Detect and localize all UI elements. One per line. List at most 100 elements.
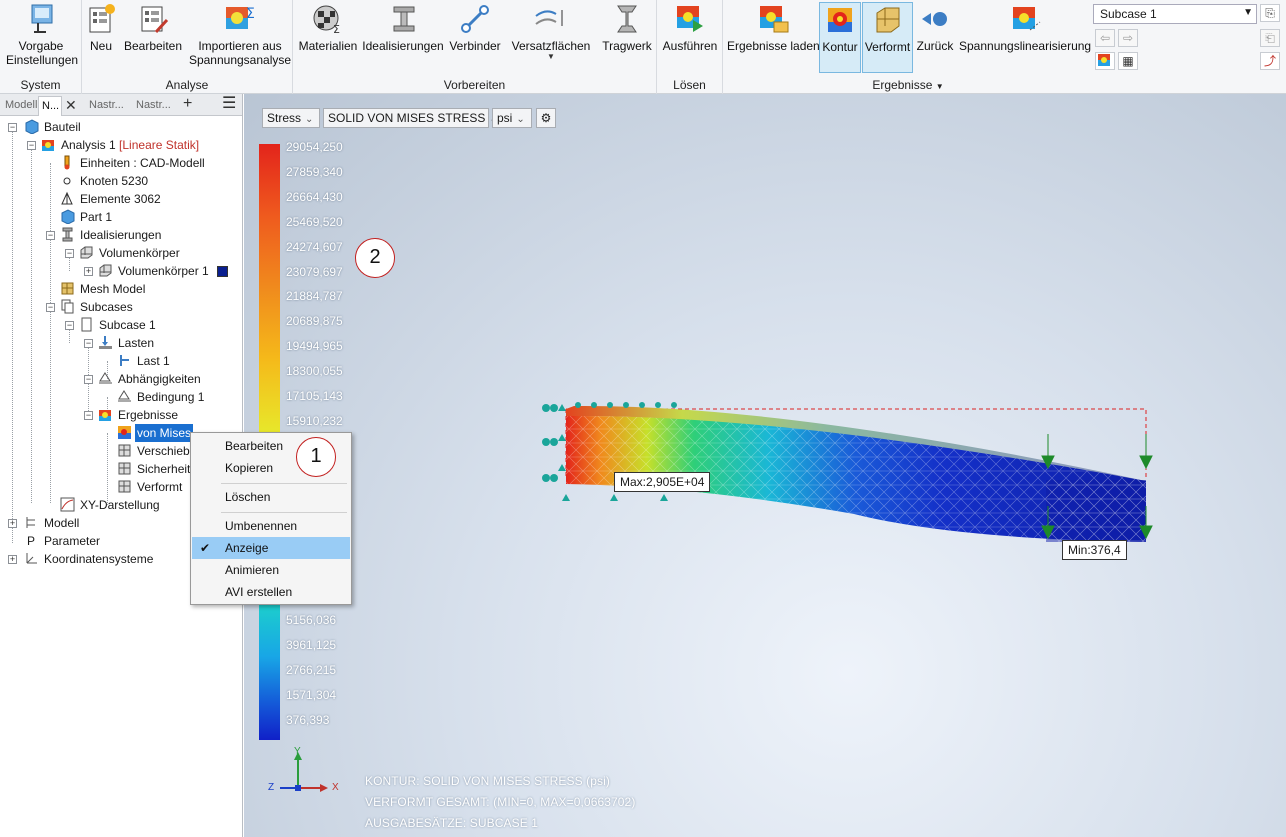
tree-label: Part 1 — [80, 210, 113, 224]
tab-modell[interactable]: Modell — [2, 96, 38, 116]
group-label-ergebnisse[interactable]: Ergebnisse ▼ — [723, 78, 1093, 92]
tree-node-last-1[interactable]: Last 1 — [117, 352, 172, 370]
tree-node-von-mises[interactable]: von Mises — [117, 424, 194, 442]
tab-nastran-2[interactable]: Nastr... — [86, 96, 130, 116]
tree-node-analysis[interactable]: − Analysis 1 [Lineare Statik] — [25, 136, 201, 154]
tab-nastran-active[interactable]: N... — [38, 96, 62, 116]
collapse-icon[interactable]: − — [84, 411, 93, 420]
next-arrow-button[interactable]: ⇨ — [1118, 29, 1138, 47]
neu-label: Neu — [89, 39, 112, 53]
tree-node-volumenkoerper[interactable]: − Volumenkörper — [63, 244, 182, 262]
vorgabe-einstellungen-button[interactable]: Vorgabe Einstellungen — [6, 2, 78, 67]
unit-select[interactable]: psi ⌄ — [492, 108, 532, 128]
verbinder-button[interactable]: Verbinder — [449, 2, 501, 53]
tree-node-koordinatensysteme[interactable]: + Koordinatensysteme — [6, 550, 155, 568]
collapse-icon[interactable]: − — [84, 339, 93, 348]
unit-value: psi — [497, 111, 513, 125]
tree-node-part[interactable]: Part 1 — [60, 208, 114, 226]
expand-icon[interactable]: + — [8, 519, 17, 528]
tree-node-elemente[interactable]: Elemente 3062 — [60, 190, 163, 208]
tree-node-idealisierungen[interactable]: − Idealisierungen — [44, 226, 163, 244]
verformt-button[interactable]: Verformt — [862, 2, 913, 73]
tree-node-xy-darstellung[interactable]: XY-Darstellung — [60, 496, 162, 514]
contour-icon — [828, 8, 852, 32]
display-settings-button[interactable]: ⚙ — [536, 108, 556, 128]
bearbeiten-button[interactable]: Bearbeiten — [122, 2, 184, 53]
menu-item-umbenennen[interactable]: Umbenennen — [192, 515, 350, 537]
tree-node-subcase-1[interactable]: − Subcase 1 — [63, 316, 158, 334]
collapse-icon[interactable]: − — [84, 375, 93, 384]
ergebnisse-laden-button[interactable]: Ergebnisse laden — [727, 2, 820, 53]
tree-node-knoten[interactable]: Knoten 5230 — [60, 172, 150, 190]
result-component-select[interactable]: SOLID VON MISES STRESS⌄ — [323, 108, 498, 128]
tree-label: XY-Darstellung — [80, 498, 160, 512]
spannungslinearisierung-button[interactable]: Spannungslinearisierung — [959, 2, 1091, 53]
tree-node-einheiten[interactable]: Einheiten : CAD-Modell — [60, 154, 207, 172]
tree-node-verschiebung[interactable]: Verschieb — [117, 442, 192, 460]
graphics-viewport[interactable]: Stress⌄ SOLID VON MISES STRESS⌄ psi⌄ ⚙ 2… — [244, 94, 1286, 837]
coordinate-system-icon — [26, 553, 37, 564]
previous-arrow-button[interactable]: ⇦ — [1095, 29, 1115, 47]
deformed-icon — [876, 7, 899, 33]
add-tab-icon[interactable]: + — [183, 95, 192, 113]
tree-node-bauteil[interactable]: − Bauteil — [6, 118, 83, 136]
subcases-icon — [61, 299, 74, 314]
tree-node-parameter[interactable]: P Parameter — [6, 532, 102, 550]
tree-node-lasten[interactable]: − Lasten — [82, 334, 156, 352]
tree-node-subcases[interactable]: − Subcases — [44, 298, 135, 316]
tree-node-bedingung-1[interactable]: Bedingung 1 — [117, 388, 206, 406]
node-point-icon — [63, 177, 71, 185]
result-type-select[interactable]: Stress ⌄ — [262, 108, 320, 128]
versatzflaechen-button[interactable]: Versatzflächen ▼ — [511, 2, 591, 61]
menu-item-loeschen[interactable]: Löschen — [192, 486, 350, 508]
idealisierungen-button[interactable]: Idealisierungen — [362, 2, 444, 53]
tree-label: Ergebnisse — [118, 408, 179, 422]
collapse-icon[interactable]: − — [65, 249, 74, 258]
save-results-button[interactable]: ⎗ — [1260, 29, 1280, 47]
spannungslinearisierung-label: Spannungslinearisierung — [959, 39, 1092, 53]
analysis-name: Analysis 1 — [61, 138, 116, 152]
result-type-value: Stress — [267, 111, 302, 125]
tree-node-sicherheit[interactable]: Sicherheit — [117, 460, 192, 478]
tree-label: Bedingung 1 — [137, 390, 205, 404]
export-button[interactable]: ⎘ — [1260, 4, 1280, 22]
expand-icon[interactable]: + — [8, 555, 17, 564]
element-icon — [61, 191, 73, 205]
tree-node-modell[interactable]: + Modell — [6, 514, 81, 532]
collapse-icon[interactable]: − — [27, 141, 36, 150]
tree-node-ergebnisse[interactable]: − Ergebnisse — [82, 406, 180, 424]
constraints-icon — [99, 372, 112, 384]
collapse-icon[interactable]: − — [46, 303, 55, 312]
close-tab-icon[interactable]: ✕ — [65, 96, 77, 114]
tree-node-verformt[interactable]: Verformt — [117, 478, 184, 496]
materialien-button[interactable]: Σ Materialien — [298, 2, 358, 53]
importieren-button[interactable]: Σ Importieren aus Spannungsanalyse — [188, 2, 292, 67]
menu-icon[interactable]: ☰ — [222, 95, 236, 113]
result-options-button[interactable] — [1095, 52, 1115, 70]
tree-node-abhaengigkeiten[interactable]: − Abhängigkeiten — [82, 370, 203, 388]
ausfuehren-button[interactable]: Ausführen — [661, 2, 719, 53]
versatzflaechen-dropdown-icon[interactable]: ▼ — [511, 53, 591, 61]
versatzflaechen-label: Versatzflächen — [511, 39, 591, 53]
collapse-icon[interactable]: − — [46, 231, 55, 240]
tree-node-mesh-model[interactable]: Mesh Model — [60, 280, 147, 298]
subcase-select[interactable]: Subcase 1 ▼ — [1093, 4, 1257, 24]
menu-item-avi-erstellen[interactable]: AVI erstellen — [192, 581, 350, 603]
collapse-icon[interactable]: − — [65, 321, 74, 330]
kontur-button[interactable]: Kontur — [819, 2, 861, 73]
tragwerk-button[interactable]: Tragwerk — [600, 2, 654, 53]
xy-plot-button[interactable]: ⤴ — [1260, 52, 1280, 70]
menu-item-anzeige[interactable]: ✔ Anzeige — [192, 537, 350, 559]
expand-icon[interactable]: + — [84, 267, 93, 276]
tree-label: Parameter — [44, 534, 101, 548]
tab-nastran-3[interactable]: Nastr... — [133, 96, 177, 116]
animation-film-button[interactable]: ▦ — [1118, 52, 1138, 70]
collapse-icon[interactable]: − — [8, 123, 17, 132]
menu-item-animieren[interactable]: Animieren — [192, 559, 350, 581]
tree-node-volumenkoerper-1[interactable]: + Volumenkörper 1 — [82, 262, 229, 280]
axis-label-x: X — [332, 782, 339, 793]
ribbon-group-analyse: Neu Bearbeiten Σ Importieren aus Spannun… — [82, 0, 293, 94]
neu-button[interactable]: Neu — [85, 2, 117, 53]
parameter-icon: P — [27, 534, 36, 548]
zurueck-button[interactable]: Zurück — [915, 2, 955, 53]
